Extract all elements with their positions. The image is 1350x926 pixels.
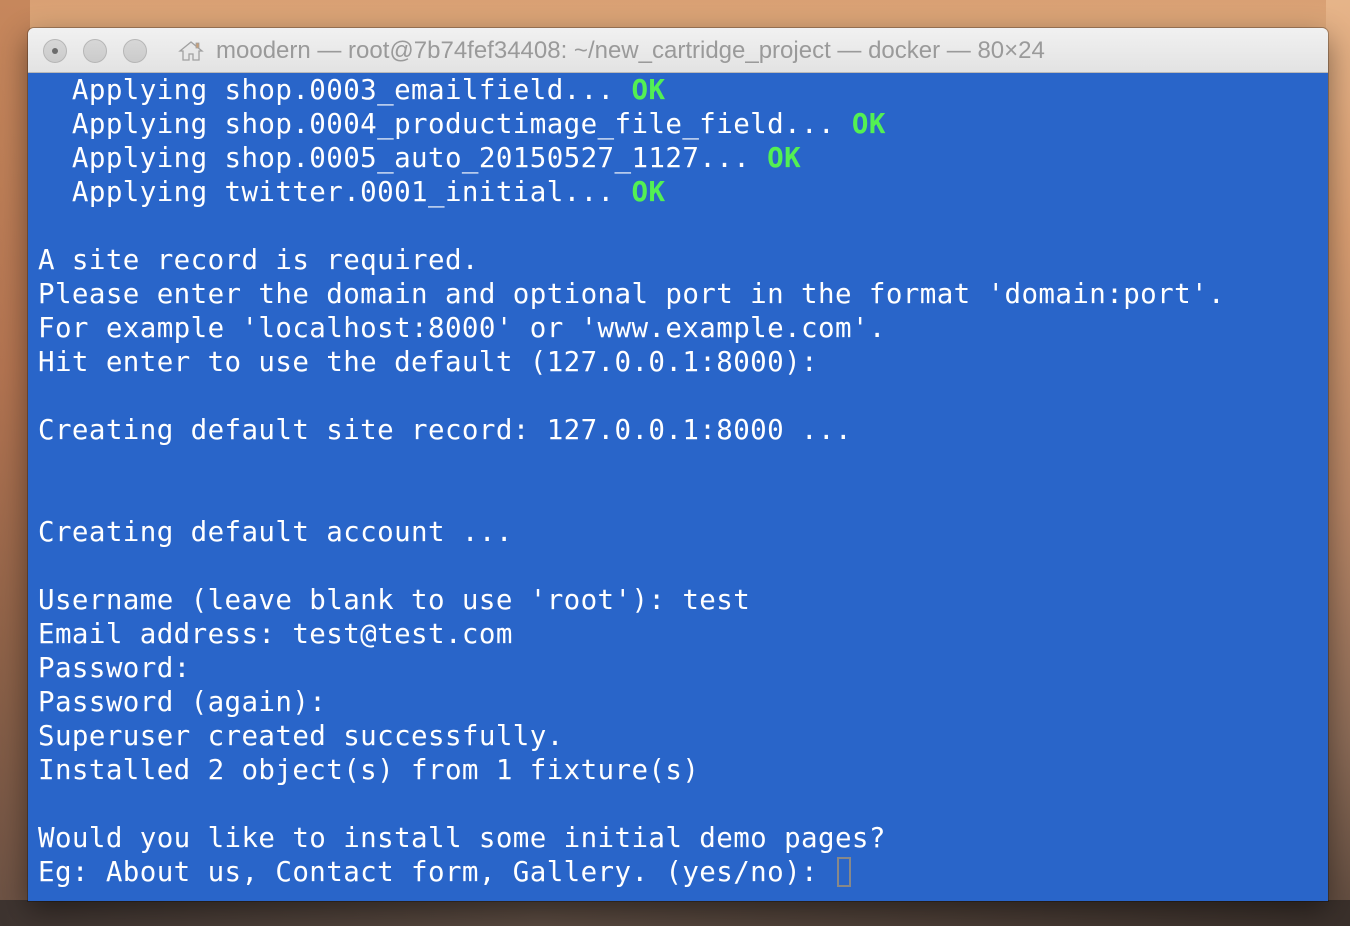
terminal-window: moodern — root@7b74fef34408: ~/new_cartr… [28,28,1328,901]
terminal-line: For example 'localhost:8000' or 'www.exa… [38,311,1328,345]
terminal-line: Installed 2 object(s) from 1 fixture(s) [38,753,1328,787]
desktop-wallpaper-bottom [0,900,1350,926]
home-icon [178,40,204,62]
terminal-line: Superuser created successfully. [38,719,1328,753]
desktop-wallpaper-right [1326,0,1350,926]
window-title: moodern — root@7b74fef34408: ~/new_cartr… [216,36,1045,64]
terminal-line-text: Creating default account ... [38,516,513,548]
close-button[interactable] [43,39,67,63]
terminal-line: Applying twitter.0001_initial... OK [38,175,1328,209]
terminal-line-text: Applying twitter.0001_initial... [38,176,632,208]
ok-status: OK [631,74,666,106]
terminal-line: Applying shop.0004_productimage_file_fie… [38,107,1328,141]
text-cursor [836,857,851,887]
terminal-line: Would you like to install some initial d… [38,821,1328,855]
minimize-button[interactable] [83,39,107,63]
terminal-line-text: Please enter the domain and optional por… [38,278,1225,310]
terminal-line: Creating default account ... [38,515,1328,549]
zoom-button[interactable] [123,39,147,63]
terminal-line: A site record is required. [38,243,1328,277]
ok-status: OK [767,142,802,174]
terminal-line-text: Would you like to install some initial d… [38,822,886,854]
terminal-line-text: Username (leave blank to use 'root'): te… [38,584,751,616]
terminal-line-text: Password: [38,652,191,684]
terminal-line: Username (leave blank to use 'root'): te… [38,583,1328,617]
terminal-line: Applying shop.0005_auto_20150527_1127...… [38,141,1328,175]
terminal-line-text: Password (again): [38,686,327,718]
terminal-line-text: Applying shop.0003_emailfield... [38,74,632,106]
terminal-line: Password: [38,651,1328,685]
terminal-line: Applying shop.0003_emailfield... OK [38,73,1328,107]
terminal-content[interactable]: Applying shop.0003_emailfield... OK Appl… [28,73,1328,901]
terminal-line-text: Applying shop.0004_productimage_file_fie… [38,108,852,140]
title-bar[interactable]: moodern — root@7b74fef34408: ~/new_cartr… [28,28,1328,73]
terminal-line-text: Superuser created successfully. [38,720,564,752]
ok-status: OK [851,108,886,140]
terminal-line-text: Installed 2 object(s) from 1 fixture(s) [38,754,700,786]
terminal-line: Email address: test@test.com [38,617,1328,651]
terminal-line-text: Applying shop.0005_auto_20150527_1127... [38,142,768,174]
desktop-wallpaper-left [0,0,30,926]
terminal-line: Eg: About us, Contact form, Gallery. (ye… [38,855,1328,889]
terminal-line: Please enter the domain and optional por… [38,277,1328,311]
terminal-line-text: Creating default site record: 127.0.0.1:… [38,414,852,446]
terminal-line: Hit enter to use the default (127.0.0.1:… [38,345,1328,379]
terminal-line-text: Eg: About us, Contact form, Gallery. (ye… [38,856,835,888]
terminal-line-text: For example 'localhost:8000' or 'www.exa… [38,312,886,344]
terminal-line-text: Hit enter to use the default (127.0.0.1:… [38,346,818,378]
terminal-line: Password (again): [38,685,1328,719]
window-title-group: moodern — root@7b74fef34408: ~/new_cartr… [178,28,1328,73]
terminal-line: Creating default site record: 127.0.0.1:… [38,413,1328,447]
terminal-line-text: A site record is required. [38,244,479,276]
ok-status: OK [631,176,666,208]
terminal-line-text: Email address: test@test.com [38,618,513,650]
